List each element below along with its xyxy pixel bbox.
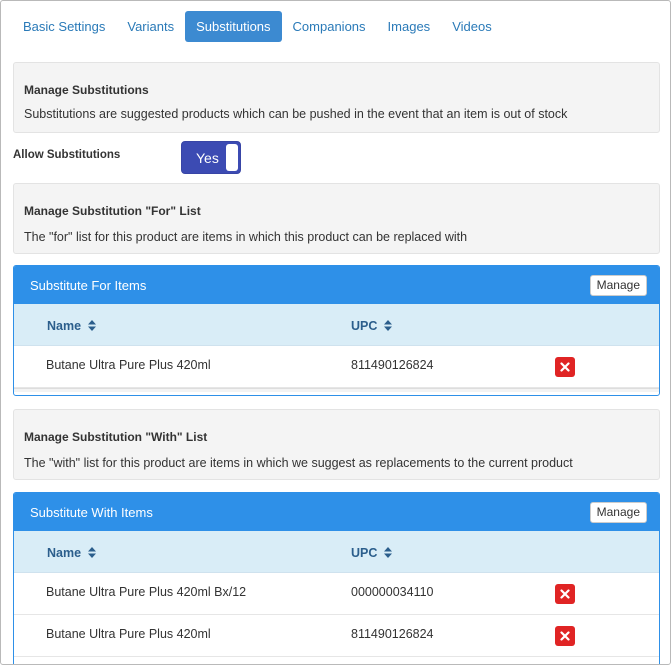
upc-column-header[interactable]: UPC (351, 319, 393, 333)
section-description: The "for" list for this product are item… (24, 230, 468, 244)
tab-substitutions[interactable]: Substitutions (185, 11, 282, 42)
column-label: Name (47, 546, 82, 560)
manage-for-button[interactable]: Manage (589, 275, 647, 296)
section-description: The "with" list for this product are ite… (24, 456, 573, 470)
panel-title: Substitute With Items (30, 505, 153, 520)
close-icon (560, 589, 570, 599)
table-header: Name UPC (14, 531, 659, 573)
tab-videos[interactable]: Videos (441, 11, 503, 42)
panel-title: Substitute For Items (30, 278, 147, 293)
with-list-well: Manage Substitution "With" List The "wit… (13, 409, 660, 480)
tab-variants[interactable]: Variants (116, 11, 185, 42)
section-title: Manage Substitutions (24, 83, 149, 97)
sort-icon (88, 320, 97, 331)
tab-images[interactable]: Images (377, 11, 442, 42)
toggle-state-text: Yes (196, 150, 219, 166)
panel-header: Substitute For Items Manage (14, 266, 659, 304)
column-label: Name (47, 319, 82, 333)
allow-substitutions-toggle[interactable]: Yes (181, 141, 241, 174)
name-column-header[interactable]: Name (47, 546, 97, 560)
close-icon (560, 631, 570, 641)
item-upc: 811490126824 (351, 627, 434, 641)
column-label: UPC (351, 546, 378, 560)
name-column-header[interactable]: Name (47, 319, 97, 333)
item-upc: 000000034110 (351, 585, 434, 599)
section-description: Substitutions are suggested products whi… (24, 107, 568, 121)
delete-button[interactable] (555, 357, 575, 377)
manage-with-button[interactable]: Manage (589, 502, 647, 523)
close-icon (560, 362, 570, 372)
item-name: Butane Ultra Pure Plus 420ml (46, 627, 211, 641)
tab-bar: Basic Settings Variants Substitutions Co… (12, 11, 503, 42)
delete-button[interactable] (555, 626, 575, 646)
product-settings-window: Basic Settings Variants Substitutions Co… (0, 0, 671, 665)
toggle-knob (226, 144, 238, 171)
sort-icon (88, 547, 97, 558)
substitute-for-panel: Substitute For Items Manage Name UPC But… (13, 265, 660, 396)
delete-button[interactable] (555, 584, 575, 604)
column-label: UPC (351, 319, 378, 333)
item-name: Butane Ultra Pure Plus 420ml Bx/12 (46, 585, 247, 599)
sort-icon (384, 547, 393, 558)
substitute-with-panel: Substitute With Items Manage Name UPC Bu… (13, 492, 660, 664)
item-name: Butane Ultra Pure Plus 420ml (46, 358, 211, 372)
table-footer (14, 388, 659, 392)
tab-basic-settings[interactable]: Basic Settings (12, 11, 116, 42)
for-list-well: Manage Substitution "For" List The "for"… (13, 183, 660, 254)
allow-substitutions-label: Allow Substitutions (13, 149, 121, 161)
tab-companions[interactable]: Companions (282, 11, 377, 42)
panel-header: Substitute With Items Manage (14, 493, 659, 531)
manage-substitutions-well: Manage Substitutions Substitutions are s… (13, 62, 660, 133)
section-title: Manage Substitution "For" List (24, 204, 201, 218)
item-upc: 811490126824 (351, 358, 434, 372)
table-row: Butane Ultra Pure Plus 420ml 81149012682… (14, 615, 659, 657)
table-row: Butane Ultra Pure Plus 420ml 81149012682… (14, 346, 659, 388)
table-row: Butane Ultra Pure Plus 420ml Bx/12 00000… (14, 573, 659, 615)
table-header: Name UPC (14, 304, 659, 346)
sort-icon (384, 320, 393, 331)
section-title: Manage Substitution "With" List (24, 430, 208, 444)
upc-column-header[interactable]: UPC (351, 546, 393, 560)
